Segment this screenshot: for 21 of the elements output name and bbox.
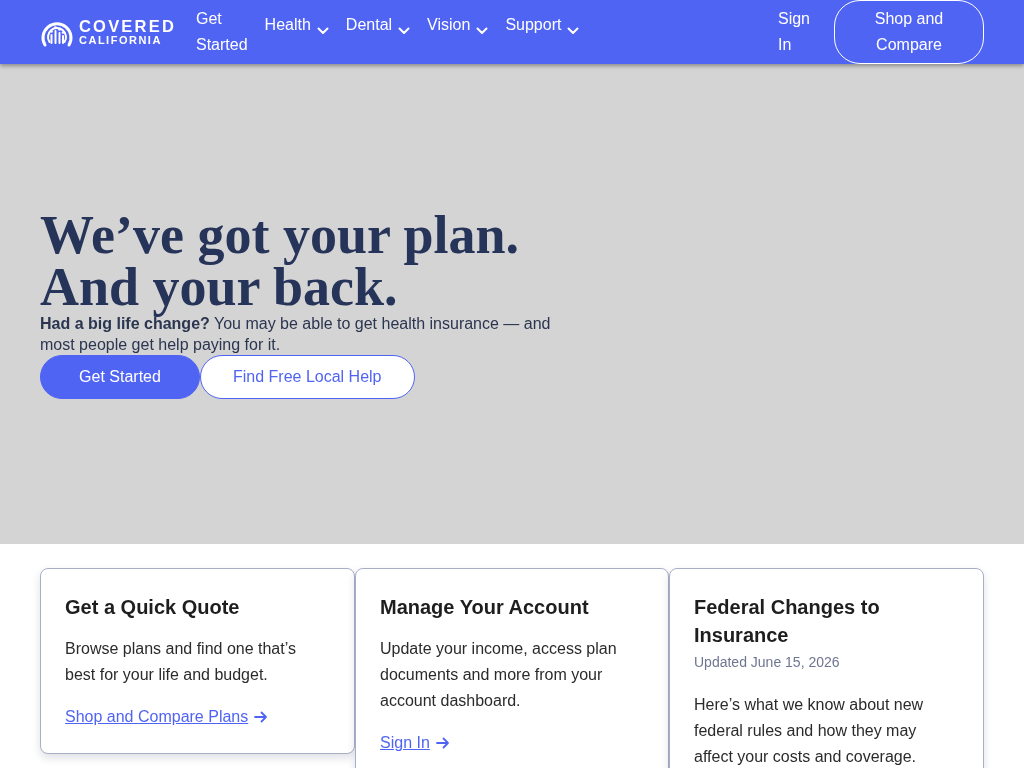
card-link[interactable]: Shop and Compare Plans: [65, 705, 269, 729]
nav-link[interactable]: Dental: [345, 12, 411, 38]
sign-in-link[interactable]: Sign In: [777, 6, 810, 58]
get-started-button[interactable]: Get Started: [40, 355, 200, 399]
card-title: Federal Changes to Insurance: [694, 595, 881, 648]
card-title: Get a Quick Quote: [65, 595, 241, 620]
card-link[interactable]: Sign In: [380, 731, 450, 755]
card-date: Updated June 15, 2026: [694, 653, 841, 672]
card-text: Update your income, access plan documents and more from your account dashboard.: [380, 639, 618, 711]
nav-link[interactable]: Get Started: [196, 6, 248, 58]
find-help-button[interactable]: Find Free Local Help: [200, 355, 415, 399]
arrow-right-icon: [254, 711, 269, 723]
nav-link[interactable]: Health: [264, 12, 329, 38]
nav-link[interactable]: Vision: [427, 12, 489, 38]
nav-link[interactable]: Support: [505, 12, 580, 38]
card-text: Here’s what we know about new federal rules and how they may affect your costs and coverage.: [694, 695, 925, 767]
logo-text: COVERED: [79, 17, 176, 34]
card-text: Browse plans and find one that’s best for your life and budget.: [65, 639, 297, 685]
card-title: Manage Your Account: [380, 595, 590, 620]
arrow-right-icon: [435, 737, 450, 749]
logo-text: CALIFORNIA: [79, 33, 163, 47]
